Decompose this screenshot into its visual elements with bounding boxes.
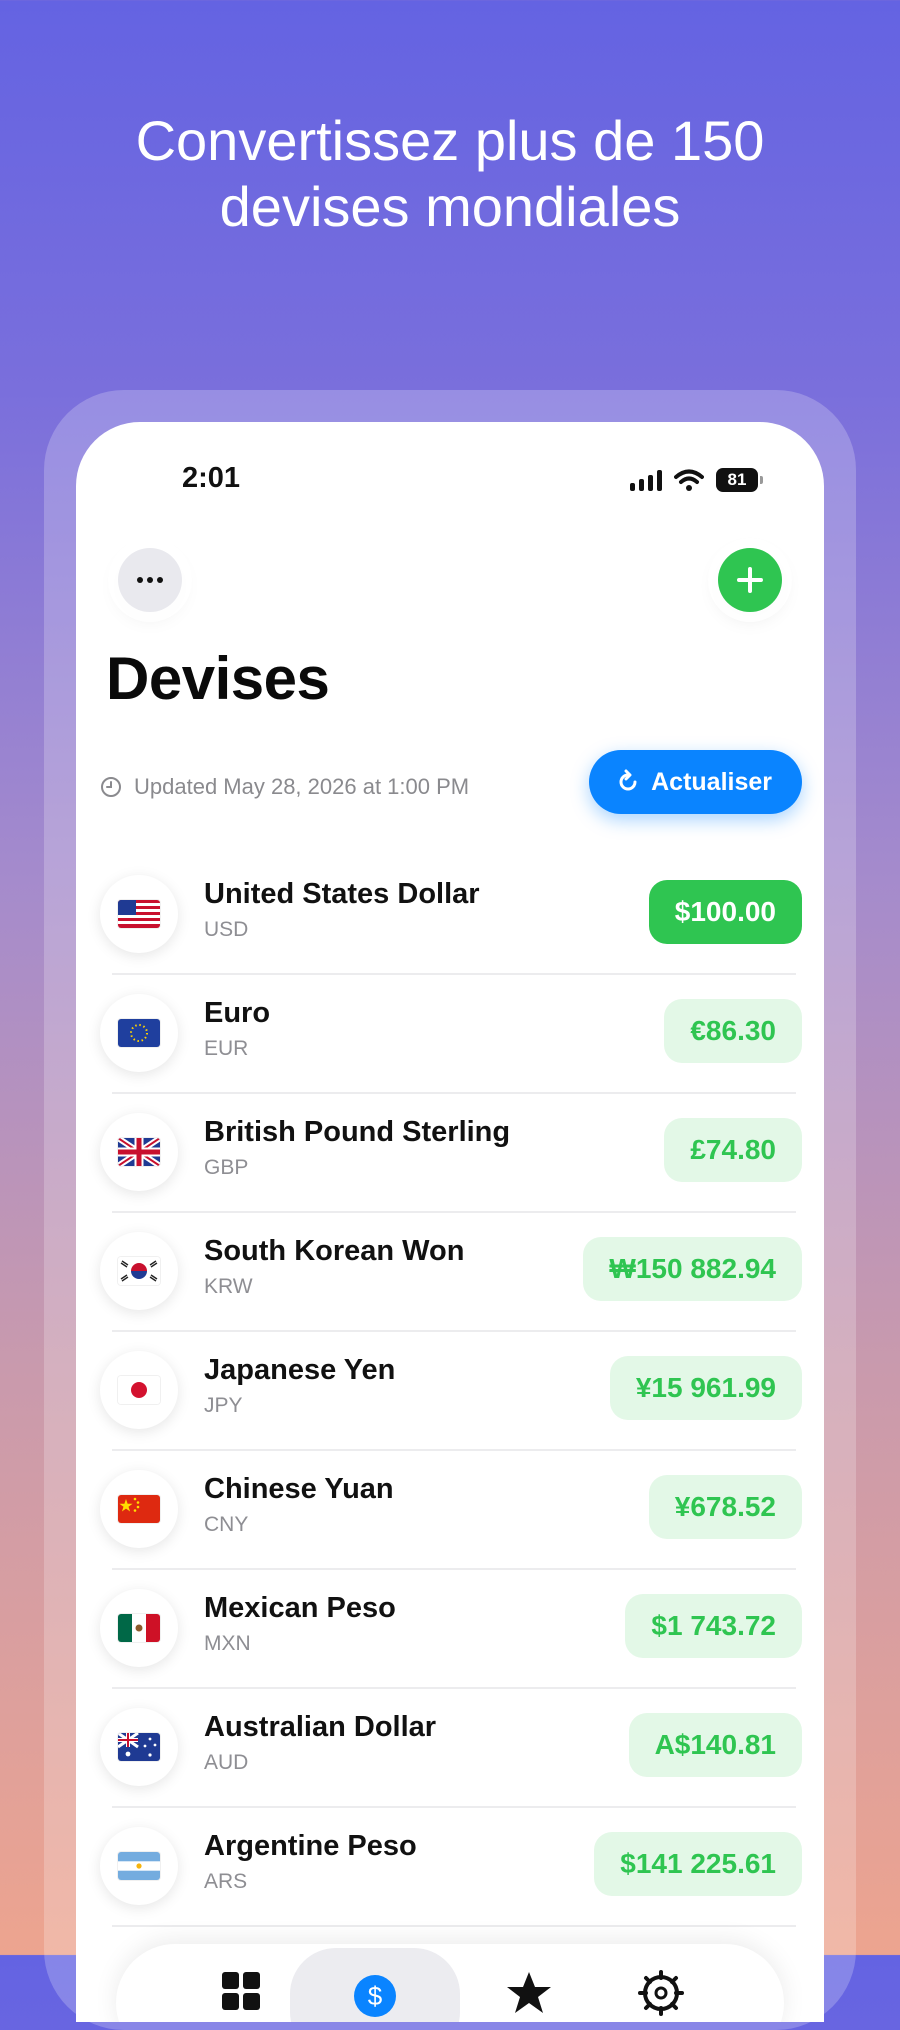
headline-line-2: devises mondiales	[219, 175, 681, 238]
currency-code: ARS	[204, 1870, 248, 1893]
eu-flag-icon	[118, 1019, 160, 1047]
last-updated-text: Updated May 28, 2026 at 1:00 PM	[134, 774, 470, 799]
currency-code: USD	[204, 918, 249, 941]
phone-screen: 2:01 81 Devises Updated May 28, 2026 at …	[76, 422, 824, 2022]
battery-icon: 81	[716, 468, 763, 492]
refresh-icon	[619, 769, 637, 791]
currency-row-eur[interactable]: Euro EUR €86.30	[76, 975, 824, 1094]
currency-name: Euro	[204, 997, 271, 1029]
amount-field[interactable]: $1 743.72	[625, 1594, 802, 1658]
flag-badge	[100, 1113, 178, 1191]
flag-badge	[100, 1708, 178, 1786]
last-updated: Updated May 28, 2026 at 1:00 PM	[100, 774, 469, 800]
cn-flag-icon	[118, 1495, 160, 1523]
headline: Convertissez plus de 150 devises mondial…	[0, 108, 900, 240]
settings-icon	[638, 1970, 684, 2016]
currency-code: EUR	[204, 1037, 249, 1060]
amount-field[interactable]: ¥678.52	[648, 1475, 802, 1539]
ellipsis-icon	[137, 577, 163, 583]
flag-badge	[100, 1351, 178, 1429]
flag-badge	[100, 1232, 178, 1310]
currency-code: GBP	[204, 1156, 249, 1179]
tab-bar: $	[116, 1944, 784, 2022]
currency-name: British Pound Sterling	[204, 1116, 511, 1148]
refresh-label: Actualiser	[651, 767, 772, 796]
currency-name: Mexican Peso	[204, 1592, 396, 1624]
currency-row-mxn[interactable]: Mexican Peso MXN $1 743.72	[76, 1570, 824, 1689]
amount-field[interactable]: $141 225.61	[594, 1832, 802, 1896]
amount-field[interactable]: ¥15 961.99	[609, 1356, 802, 1420]
dollar-icon: $	[354, 1975, 396, 2017]
currency-name: Argentine Peso	[204, 1830, 417, 1862]
kr-flag-icon	[118, 1257, 160, 1285]
flag-badge	[100, 875, 178, 953]
ar-flag-icon	[118, 1852, 160, 1880]
svg-text:$: $	[368, 1981, 383, 2011]
currency-list: United States Dollar USD $100.00 Euro EU…	[76, 856, 824, 1927]
cellular-signal-icon	[630, 469, 662, 491]
flag-badge	[100, 1827, 178, 1905]
au-flag-icon	[118, 1733, 160, 1761]
amount-field[interactable]: $100.00	[648, 880, 802, 944]
wifi-icon	[674, 469, 704, 491]
currency-code: KRW	[204, 1275, 253, 1298]
grid-icon	[222, 1972, 260, 2010]
flag-badge	[100, 1589, 178, 1667]
amount-field[interactable]: A$140.81	[628, 1713, 802, 1777]
headline-line-1: Convertissez plus de 150	[135, 109, 765, 172]
currency-name: Japanese Yen	[204, 1354, 396, 1386]
currency-row-krw[interactable]: South Korean Won KRW ₩150 882.94	[76, 1213, 824, 1332]
tab-currencies[interactable]: $	[290, 1948, 460, 2022]
uk-flag-icon	[118, 1138, 160, 1166]
refresh-button[interactable]: Actualiser	[589, 750, 802, 814]
jp-flag-icon	[118, 1376, 160, 1404]
mx-flag-icon	[118, 1614, 160, 1642]
currency-row-aud[interactable]: Australian Dollar AUD A$140.81	[76, 1689, 824, 1808]
tab-settings[interactable]	[576, 1944, 746, 2022]
star-icon	[507, 1972, 551, 2013]
currency-row-cny[interactable]: Chinese Yuan CNY ¥678.52	[76, 1451, 824, 1570]
amount-field[interactable]: €86.30	[664, 999, 802, 1063]
currency-code: MXN	[204, 1632, 251, 1655]
battery-level: 81	[727, 470, 747, 489]
row-divider	[112, 1925, 796, 1927]
clock-icon	[101, 777, 121, 797]
currency-name: Chinese Yuan	[204, 1473, 394, 1505]
plus-icon	[737, 567, 763, 593]
more-button[interactable]	[118, 548, 182, 612]
amount-field[interactable]: £74.80	[664, 1118, 802, 1182]
currency-row-gbp[interactable]: British Pound Sterling GBP £74.80	[76, 1094, 824, 1213]
flag-badge	[100, 1470, 178, 1548]
status-icons: 81	[630, 468, 763, 492]
flag-badge	[100, 994, 178, 1072]
currency-code: CNY	[204, 1513, 249, 1536]
us-flag-icon	[118, 900, 160, 928]
currency-code: JPY	[204, 1394, 243, 1417]
page-title: Devises	[106, 645, 330, 712]
currency-name: Australian Dollar	[204, 1711, 437, 1743]
amount-field[interactable]: ₩150 882.94	[583, 1237, 802, 1301]
currency-row-usd[interactable]: United States Dollar USD $100.00	[76, 856, 824, 975]
currency-code: AUD	[204, 1751, 249, 1774]
add-currency-button[interactable]	[718, 548, 782, 612]
currency-row-ars[interactable]: Argentine Peso ARS $141 225.61	[76, 1808, 824, 1927]
status-time: 2:01	[182, 462, 241, 494]
currency-row-jpy[interactable]: Japanese Yen JPY ¥15 961.99	[76, 1332, 824, 1451]
currency-name: United States Dollar	[204, 878, 480, 910]
currency-name: South Korean Won	[204, 1235, 465, 1267]
